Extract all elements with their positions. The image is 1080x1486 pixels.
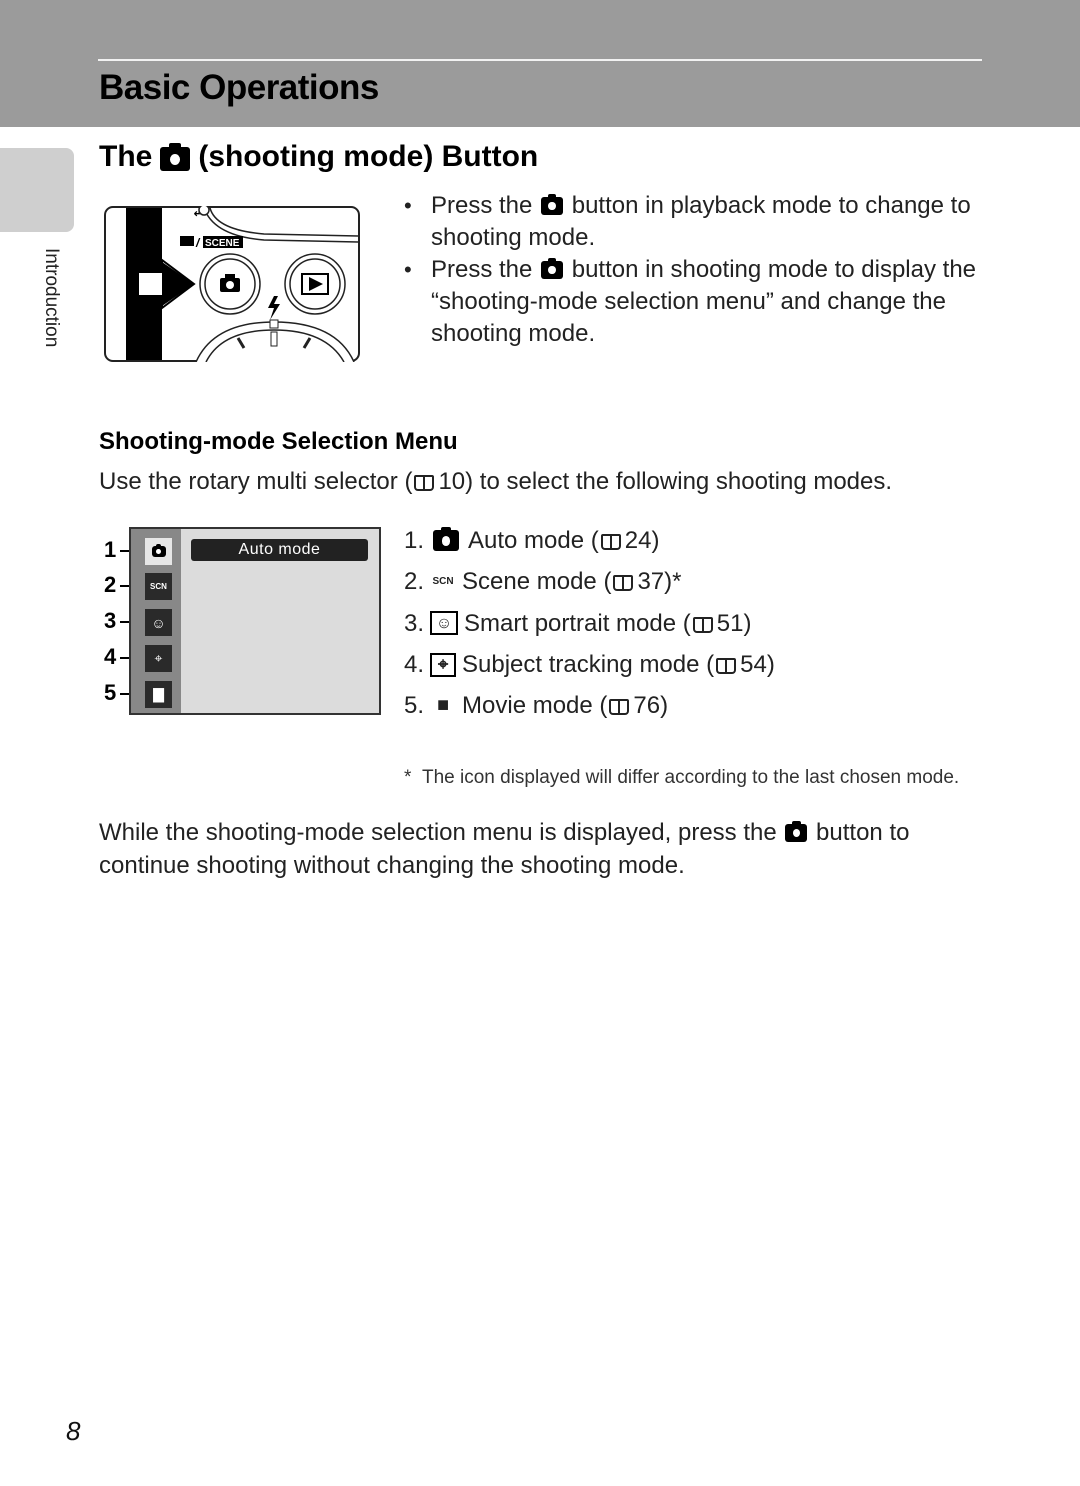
camera-icon — [541, 258, 564, 279]
instruction-item: • Press the button in shooting mode to d… — [404, 256, 977, 347]
smart-portrait-icon: ☺ — [430, 611, 459, 636]
mode-item-subject-tracking: 4. ⌖ Subject tracking mode (54) — [404, 650, 775, 678]
instruction-list: • Press the button in playback mode to c… — [404, 190, 1004, 350]
camera-button-illustration: ↲ / SCENE — [104, 206, 360, 362]
camera-icon — [160, 143, 191, 171]
mode-item-smart-portrait: 3. ☺ Smart portrait mode (51) — [404, 609, 752, 637]
mode-list: 1. Auto mode (24) 2. SCN Scene mode (37)… — [404, 520, 775, 726]
chapter-tab-label: Introduction — [41, 248, 62, 348]
book-reference-icon — [609, 699, 630, 716]
section-title: The (shooting mode) Button — [99, 140, 539, 173]
selected-mode-label: Auto mode — [191, 539, 368, 561]
scene-icon: SCN — [432, 576, 454, 588]
shooting-mode-menu-screen: SCN ☺ ⌖ ▇ Auto mode — [129, 527, 381, 715]
header-rule — [98, 59, 982, 61]
footnote: * The icon displayed will differ accordi… — [404, 767, 960, 788]
book-reference-icon — [692, 616, 713, 633]
closing-paragraph: While the shooting-mode selection menu i… — [99, 819, 910, 879]
page-reference: 10 — [438, 468, 466, 495]
chapter-title: Basic Operations — [99, 68, 379, 107]
book-reference-icon — [716, 657, 737, 674]
chapter-tab — [0, 148, 74, 232]
movie-icon: ■ — [436, 694, 450, 717]
page-number: 8 — [66, 1416, 81, 1446]
subsection-title: Shooting-mode Selection Menu — [99, 428, 458, 455]
book-reference-icon — [600, 534, 621, 550]
camera-icon — [785, 821, 808, 842]
chapter-header: Basic Operations — [0, 0, 1080, 127]
movie-icon — [180, 236, 194, 246]
camera-icon[interactable] — [145, 538, 172, 565]
mode-item-movie: 5. ■ Movie mode (76) — [404, 692, 669, 720]
scene-label: SCENE — [205, 238, 240, 249]
camera-icon — [541, 194, 564, 215]
movie-icon[interactable]: ▇ — [145, 681, 172, 708]
instruction-item: • Press the button in playback mode to c… — [404, 192, 971, 251]
subsection-intro: Use the rotary multi selector (10) to se… — [99, 468, 893, 495]
camera-icon — [433, 526, 460, 552]
mode-item-auto: 1. Auto mode (24) — [404, 526, 660, 554]
book-reference-icon — [414, 475, 435, 491]
subject-tracking-icon: ⌖ — [430, 652, 457, 677]
smart-portrait-icon[interactable]: ☺ — [145, 609, 172, 636]
subject-tracking-icon[interactable]: ⌖ — [145, 645, 172, 672]
mode-item-scene: 2. SCN Scene mode (37)* — [404, 568, 682, 596]
mode-icon-strip: SCN ☺ ⌖ ▇ — [131, 529, 181, 713]
book-reference-icon — [613, 575, 634, 592]
scene-icon[interactable]: SCN — [145, 573, 172, 600]
